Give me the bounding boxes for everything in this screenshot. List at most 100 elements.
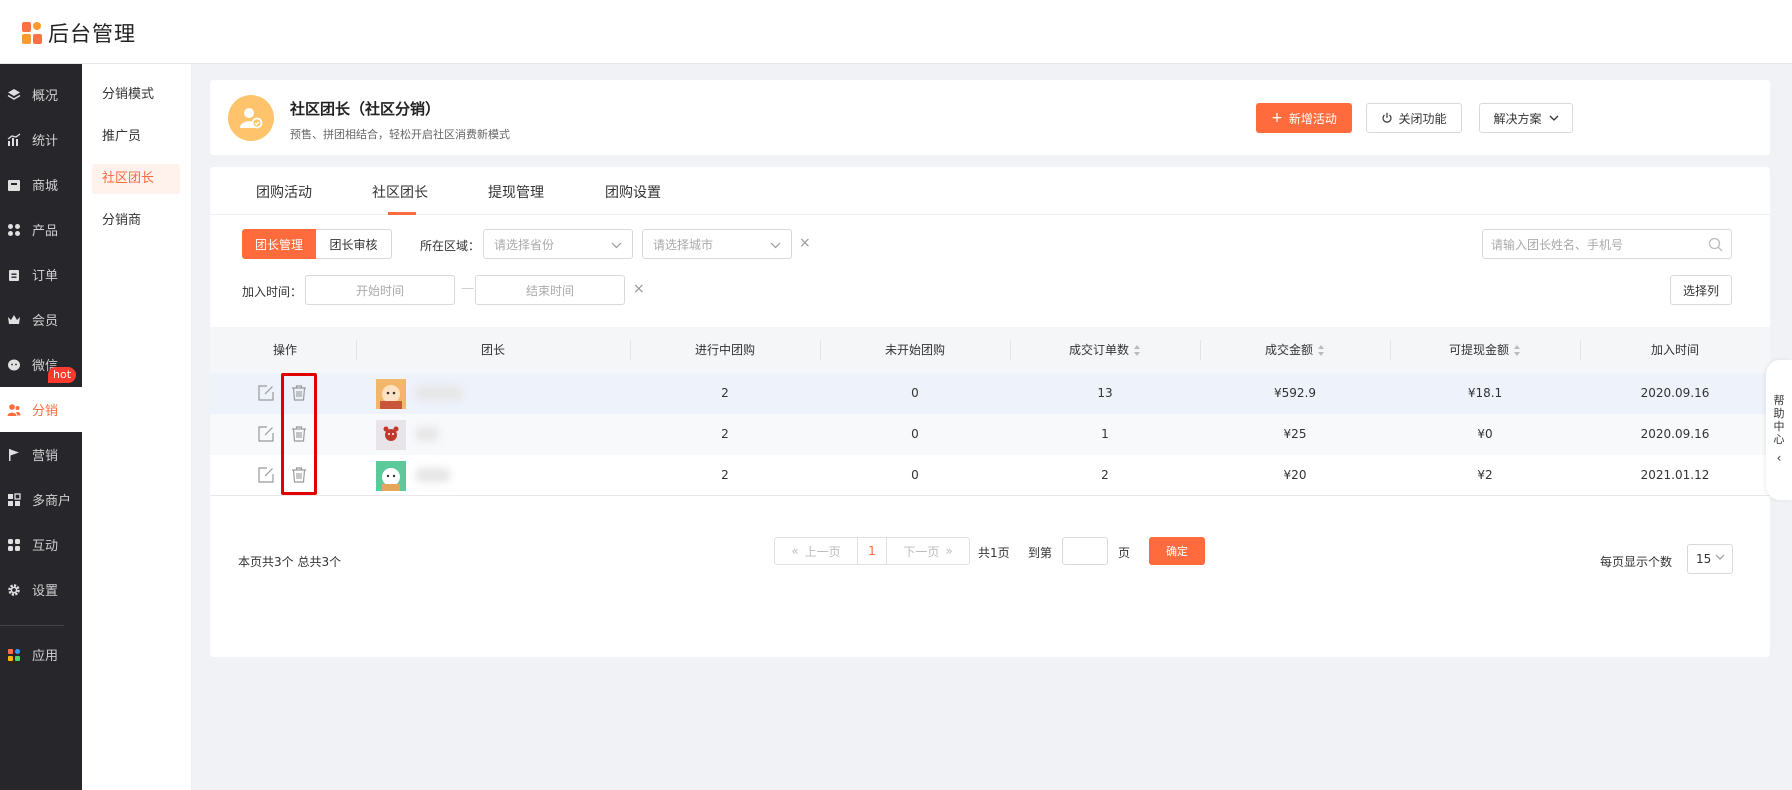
- select-columns-button[interactable]: 选择列: [1670, 275, 1732, 305]
- sidebar-item-orders[interactable]: 订单: [0, 252, 82, 297]
- goto-page-input[interactable]: [1062, 537, 1108, 565]
- date-range-separator: —: [461, 281, 474, 296]
- avatar: [376, 379, 406, 409]
- power-icon: [1381, 112, 1393, 124]
- submenu-item-promoter[interactable]: 推广员: [92, 122, 180, 152]
- prev-page-button[interactable]: « 上一页: [774, 537, 858, 565]
- avatar: [376, 420, 406, 450]
- cell-withdrawable: ¥0: [1477, 427, 1493, 441]
- sidebar-item-members[interactable]: 会员: [0, 297, 82, 342]
- submenu-item-mode[interactable]: 分销模式: [92, 80, 180, 110]
- sidebar-item-interaction[interactable]: 互动: [0, 522, 82, 567]
- grid-icon: [6, 222, 22, 238]
- avatar: [376, 461, 406, 491]
- tab-group-buy-settings[interactable]: 团购设置: [605, 182, 661, 202]
- leader-name-blurred: [416, 468, 450, 482]
- city-select[interactable]: 请选择城市: [642, 229, 792, 259]
- start-date-input[interactable]: 开始时间: [305, 275, 455, 305]
- edit-icon[interactable]: [257, 384, 275, 402]
- feature-header-card: 社区团长（社区分销） 预售、拼团相结合，轻松开启社区消费新模式 + 新增活动 关…: [210, 80, 1770, 155]
- col-ongoing: 进行中团购: [694, 343, 755, 357]
- sort-icon[interactable]: [1134, 344, 1141, 357]
- tab-community-leader[interactable]: 社区团长: [372, 182, 428, 202]
- clear-date-icon[interactable]: ×: [633, 281, 645, 297]
- sidebar-item-settings[interactable]: 设置: [0, 567, 82, 612]
- users-icon: [6, 402, 22, 418]
- sort-icon[interactable]: [1514, 344, 1521, 357]
- per-page-label: 每页显示个数: [1600, 555, 1673, 569]
- cell-orders: 2: [1101, 468, 1109, 482]
- goto-confirm-button[interactable]: 确定: [1149, 537, 1205, 565]
- next-page-button[interactable]: 下一页 »: [886, 537, 970, 565]
- col-orders[interactable]: 成交订单数: [1010, 327, 1200, 373]
- cell-orders: 13: [1097, 386, 1113, 400]
- clipboard-icon: [6, 267, 22, 283]
- wechat-icon: [6, 357, 22, 373]
- cell-ongoing: 2: [721, 427, 729, 441]
- col-amount[interactable]: 成交金额: [1200, 327, 1390, 373]
- tab-group-buy-activity[interactable]: 团购活动: [256, 182, 312, 202]
- sidebar-item-products[interactable]: 产品: [0, 207, 82, 252]
- leader-name-blurred: [416, 386, 462, 400]
- sidebar-item-multi-merchant[interactable]: 多商户: [0, 477, 82, 522]
- cell-pending: 0: [911, 468, 919, 482]
- submenu-item-community-leader[interactable]: 社区团长: [92, 164, 180, 194]
- join-time-label: 加入时间：: [242, 285, 303, 299]
- segment-leader-review[interactable]: 团长审核: [316, 229, 392, 259]
- segment-leader-manage[interactable]: 团长管理: [242, 229, 316, 259]
- per-page-select[interactable]: 15: [1687, 544, 1733, 574]
- col-join-time: 加入时间: [1650, 343, 1699, 357]
- province-select[interactable]: 请选择省份: [483, 229, 633, 259]
- page-unit-label: 页: [1118, 546, 1131, 560]
- chevron-down-icon: [1715, 554, 1725, 560]
- edit-icon[interactable]: [257, 425, 275, 443]
- cell-join-time: 2021.01.12: [1640, 468, 1710, 482]
- col-leader: 团长: [480, 343, 505, 357]
- logo-icon: [22, 22, 42, 44]
- cell-withdrawable: ¥18.1: [1467, 386, 1503, 400]
- app-logo[interactable]: 后台管理: [22, 20, 136, 46]
- add-activity-button[interactable]: + 新增活动: [1256, 103, 1352, 133]
- leader-search-input[interactable]: 请输入团长姓名、手机号: [1482, 229, 1732, 259]
- gear-icon: [6, 582, 22, 598]
- cell-amount: ¥25: [1283, 427, 1307, 441]
- sidebar-item-store[interactable]: 商城: [0, 162, 82, 207]
- tab-withdrawal[interactable]: 提现管理: [488, 182, 544, 202]
- region-label: 所在区域：: [420, 239, 481, 253]
- main-content-card: 团购活动 社区团长 提现管理 团购设置 团长管理 团长审核 所在区域： 请选择省…: [210, 167, 1770, 657]
- search-icon[interactable]: [1708, 237, 1723, 255]
- leader-name-blurred: [416, 427, 438, 441]
- solution-dropdown[interactable]: 解决方案: [1479, 103, 1573, 133]
- col-withdrawable[interactable]: 可提现金额: [1390, 327, 1580, 373]
- crown-icon: [6, 312, 22, 328]
- tab-bar: 团购活动 社区团长 提现管理 团购设置: [210, 167, 1770, 215]
- clear-region-icon[interactable]: ×: [799, 235, 811, 251]
- cell-join-time: 2020.09.16: [1640, 427, 1710, 441]
- sidebar-item-overview[interactable]: 概况: [0, 72, 82, 117]
- double-chevron-left-icon: «: [791, 544, 799, 558]
- cell-ongoing: 2: [721, 386, 729, 400]
- sidebar-item-apps[interactable]: 应用: [0, 632, 82, 677]
- chevron-left-icon: ‹: [1776, 451, 1782, 465]
- sidebar-item-distribution[interactable]: 分销: [0, 387, 82, 432]
- edit-icon[interactable]: [257, 466, 275, 484]
- sub-sidebar: 分销模式 推广员 社区团长 分销商: [82, 64, 192, 790]
- cell-ongoing: 2: [721, 468, 729, 482]
- main-sidebar: 概况 统计 商城 产品 订单 会员 微信 分销 营销 多商户 互动 设置 应用: [0, 64, 82, 790]
- sidebar-item-stats[interactable]: 统计: [0, 117, 82, 162]
- sort-icon[interactable]: [1318, 344, 1325, 357]
- page-title: 社区团长（社区分销）: [290, 100, 441, 118]
- submenu-item-distributor[interactable]: 分销商: [92, 206, 180, 236]
- sidebar-item-marketing[interactable]: 营销: [0, 432, 82, 477]
- store-icon: [6, 177, 22, 193]
- plus-icon: +: [1271, 110, 1283, 126]
- chevron-down-icon: [611, 238, 622, 252]
- end-date-input[interactable]: 结束时间: [475, 275, 625, 305]
- close-feature-button[interactable]: 关闭功能: [1366, 103, 1462, 133]
- help-center-tab[interactable]: 帮助中心 ‹: [1766, 360, 1792, 500]
- community-leader-icon: [228, 95, 274, 141]
- page-number-current[interactable]: 1: [857, 537, 887, 565]
- layers-icon: [6, 87, 22, 103]
- table-row: 2 0 13 ¥592.9 ¥18.1 2020.09.16: [210, 373, 1770, 414]
- merchant-icon: [6, 492, 22, 508]
